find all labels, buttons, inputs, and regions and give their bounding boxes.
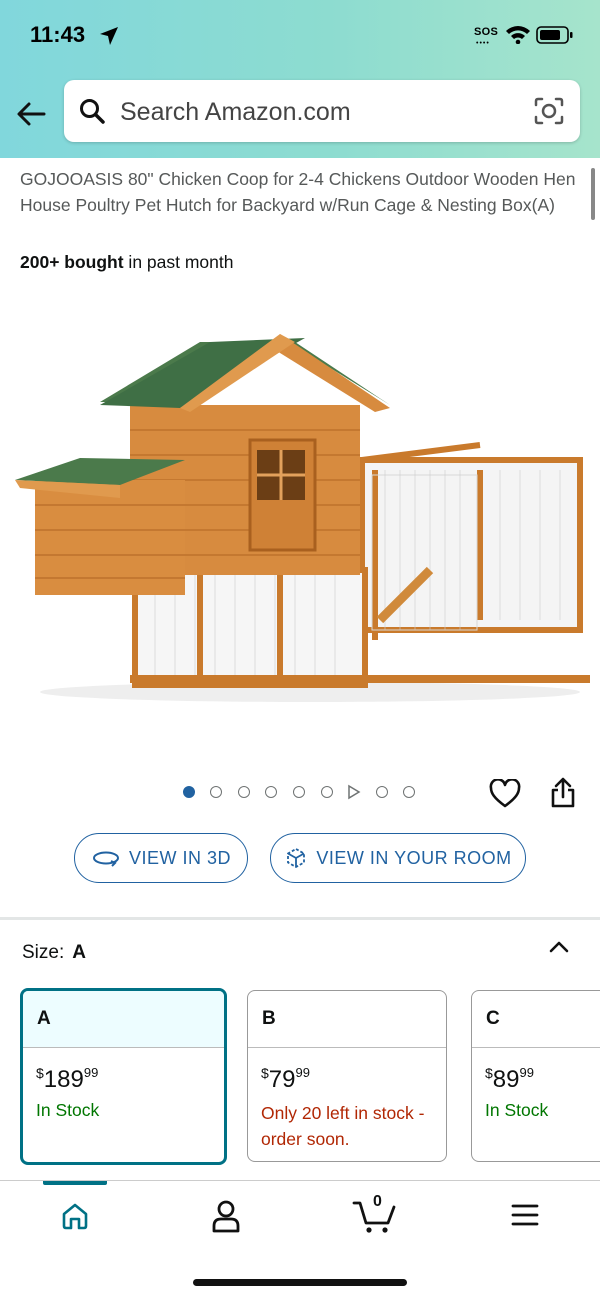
- pagination-dot[interactable]: [376, 786, 388, 798]
- price-currency: $: [485, 1065, 493, 1081]
- price-cents: 99: [519, 1065, 534, 1080]
- sos-indicator: SOS: [474, 26, 499, 38]
- bought-count-bold: 200+ bought: [20, 252, 124, 272]
- search-icon: [78, 97, 106, 130]
- pagination-dot[interactable]: [265, 786, 277, 798]
- price-dollars: 89: [492, 1066, 520, 1093]
- price-dollars: 189: [43, 1066, 84, 1093]
- app-header: 11:43 SOS •••• Search Amazon.com: [0, 0, 600, 158]
- size-option-a[interactable]: A $18999 In Stock: [20, 988, 227, 1165]
- size-selected-value: A: [72, 942, 86, 963]
- product-image[interactable]: [10, 320, 595, 710]
- bought-count: 200+ bought in past month: [20, 252, 233, 273]
- battery-icon: [536, 24, 574, 51]
- rotate-3d-icon: [91, 849, 121, 867]
- chevron-up-icon[interactable]: [547, 935, 571, 964]
- size-label-text: Size:: [22, 942, 65, 963]
- search-input[interactable]: Search Amazon.com: [64, 80, 580, 142]
- stock-status: In Stock: [36, 1100, 100, 1120]
- section-divider: [0, 917, 600, 920]
- size-option-name: B: [248, 991, 446, 1048]
- view-in-your-room-button[interactable]: VIEW IN YOUR ROOM: [270, 833, 526, 883]
- active-tab-indicator: [43, 1181, 107, 1185]
- search-placeholder: Search Amazon.com: [120, 98, 351, 126]
- ar-cube-icon: [284, 846, 308, 870]
- pagination-dot[interactable]: [183, 786, 195, 798]
- size-option-price: $7999: [248, 1048, 446, 1094]
- menu-icon[interactable]: [511, 1203, 539, 1232]
- status-time: 11:43: [30, 22, 86, 47]
- price-cents: 99: [83, 1065, 99, 1080]
- location-arrow-icon: [98, 25, 120, 52]
- price-dollars: 79: [268, 1066, 296, 1093]
- home-indicator[interactable]: [193, 1279, 407, 1286]
- share-icon[interactable]: [549, 777, 577, 814]
- size-option-price: $18999: [23, 1048, 224, 1094]
- video-play-icon[interactable]: [347, 784, 361, 805]
- signal-dots-icon: ••••: [476, 40, 490, 47]
- price-currency: $: [261, 1065, 269, 1081]
- size-option-b[interactable]: B $7999 Only 20 left in stock - order so…: [247, 990, 447, 1162]
- size-selector-label: Size: A: [22, 942, 86, 964]
- price-currency: $: [36, 1065, 44, 1081]
- stock-status: Only 20 left in stock - order soon.: [261, 1103, 425, 1149]
- scrollbar[interactable]: [591, 168, 595, 220]
- size-option-c[interactable]: C $8999 In Stock: [471, 990, 600, 1162]
- size-option-name: C: [472, 991, 600, 1048]
- pagination-dot[interactable]: [210, 786, 222, 798]
- heart-icon[interactable]: [489, 778, 521, 814]
- account-icon[interactable]: [211, 1199, 241, 1238]
- size-option-price: $8999: [472, 1048, 600, 1094]
- size-option-name: A: [23, 991, 224, 1048]
- camera-icon[interactable]: [534, 97, 564, 130]
- pagination-dot[interactable]: [238, 786, 250, 798]
- cart-count: 0: [373, 1193, 382, 1210]
- stock-status: In Stock: [485, 1100, 549, 1120]
- price-cents: 99: [295, 1065, 310, 1080]
- view-in-3d-label: VIEW IN 3D: [128, 847, 231, 868]
- view-in-3d-button[interactable]: VIEW IN 3D: [74, 833, 248, 883]
- pagination-dot[interactable]: [403, 786, 415, 798]
- back-arrow-icon[interactable]: [14, 96, 50, 137]
- home-icon[interactable]: [60, 1201, 90, 1236]
- product-title[interactable]: GOJOOASIS 80" Chicken Coop for 2-4 Chick…: [20, 166, 585, 218]
- wifi-icon: [505, 24, 531, 49]
- pagination-dot[interactable]: [321, 786, 333, 798]
- view-in-your-room-label: VIEW IN YOUR ROOM: [316, 847, 512, 868]
- pagination-dot[interactable]: [293, 786, 305, 798]
- bought-count-rest: in past month: [123, 252, 234, 272]
